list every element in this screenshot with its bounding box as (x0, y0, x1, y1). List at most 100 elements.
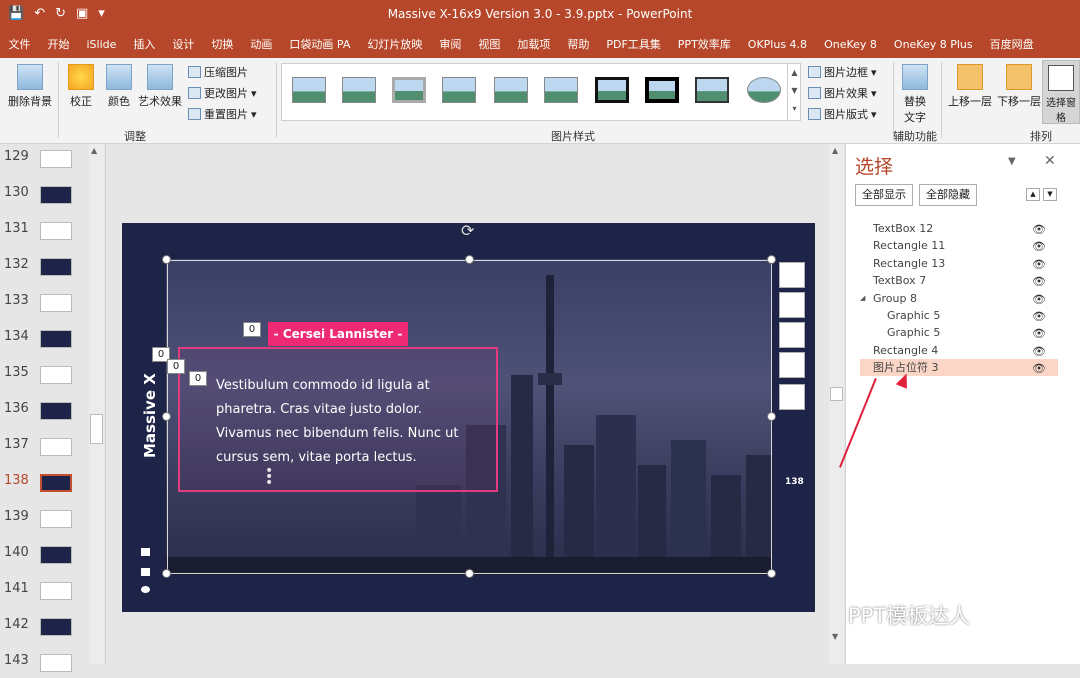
menu-item[interactable]: 动画 (242, 36, 281, 52)
menu-item[interactable]: 百度网盘 (981, 36, 1042, 52)
menu-item[interactable]: 口袋动画 PA (281, 36, 359, 52)
layer-item[interactable]: Graphic 5 👁 (860, 324, 1058, 341)
alt-text-button[interactable]: 替换 文字 (898, 64, 932, 125)
resize-icon[interactable] (779, 384, 805, 410)
canvas-scrollbar[interactable]: ▲ ▼ (829, 144, 844, 664)
slide-thumbnail[interactable]: 134 (0, 324, 90, 354)
scroll-thumb[interactable] (90, 414, 103, 444)
menu-item[interactable]: 插入 (125, 36, 164, 52)
menu-item[interactable]: 视图 (470, 36, 509, 52)
art-effect-button[interactable]: 艺术效果 (136, 64, 184, 109)
arrange-icon[interactable] (779, 322, 805, 348)
body-text[interactable]: Vestibulum commodo id ligula at pharetra… (216, 374, 476, 470)
menu-item[interactable]: 加载项 (509, 36, 559, 52)
move-down-icon[interactable]: ▼ (1043, 188, 1057, 201)
picture-styles-gallery[interactable] (281, 63, 801, 121)
slide-thumbnail-image[interactable] (40, 258, 72, 276)
slide-thumbnail-image[interactable] (40, 222, 72, 240)
menu-item[interactable]: 审阅 (431, 36, 470, 52)
slide-thumbnail[interactable]: 135 (0, 360, 90, 390)
visibility-eye-icon[interactable]: 👁 (1032, 291, 1046, 308)
gallery-scroll[interactable]: ▲ ▼ ▾ (787, 64, 801, 120)
slide-thumbnail-image[interactable] (40, 186, 72, 204)
change-picture-button[interactable]: 更改图片 ▾ (188, 85, 257, 101)
expand-icon[interactable]: ◢ (860, 290, 865, 307)
slide-thumbnail[interactable]: 140 (0, 540, 90, 570)
scroll-thumb[interactable] (830, 387, 843, 401)
style-thumb[interactable] (292, 77, 326, 103)
menu-item[interactable]: 设计 (164, 36, 203, 52)
slide-thumbnail[interactable]: 136 (0, 396, 90, 426)
style-thumb[interactable] (544, 77, 578, 103)
layer-item[interactable]: ◢ Group 8 👁 (860, 290, 1058, 307)
slide-thumbnail-image[interactable] (40, 366, 72, 384)
style-thumb[interactable] (695, 77, 729, 103)
menu-item[interactable]: iSlide (78, 38, 125, 51)
menu-item[interactable]: 文件 (0, 36, 39, 52)
pane-options-icon[interactable]: ▼ (1008, 156, 1016, 167)
visibility-eye-icon[interactable]: 👁 (1032, 221, 1046, 238)
menu-item[interactable]: 幻灯片放映 (359, 36, 431, 52)
slide-thumbnail-image[interactable] (40, 546, 72, 564)
layer-item[interactable]: TextBox 7 👁 (860, 272, 1058, 289)
compress-picture-button[interactable]: 压缩图片 (188, 64, 248, 80)
menu-item[interactable]: OneKey 8 (816, 38, 886, 51)
show-all-button[interactable]: 全部显示 (855, 184, 913, 206)
style-thumb[interactable] (442, 77, 476, 103)
slide-thumbnail[interactable]: 138 (0, 468, 90, 498)
layer-item[interactable]: Graphic 5 👁 (860, 307, 1058, 324)
slide-thumbnail-image[interactable] (40, 150, 72, 168)
slide-thumbnail[interactable]: 129 (0, 144, 90, 174)
layer-item[interactable]: TextBox 12 👁 (860, 220, 1058, 237)
slide-thumbnail-image[interactable] (40, 330, 72, 348)
picture-effect-button[interactable]: 图片效果 ▾ (808, 85, 877, 101)
layer-item[interactable]: Rectangle 11 👁 (860, 237, 1058, 254)
menu-item[interactable]: OneKey 8 Plus (885, 38, 981, 51)
picture-layout-button[interactable]: 图片版式 ▾ (808, 106, 877, 122)
name-tag[interactable]: - Cersei Lannister - (268, 322, 408, 346)
menu-item[interactable]: 开始 (39, 36, 78, 52)
menu-item[interactable]: 帮助 (559, 36, 598, 52)
layer-item[interactable]: Rectangle 4 👁 (860, 342, 1058, 359)
visibility-eye-icon[interactable]: 👁 (1032, 308, 1046, 325)
layer-item[interactable]: 图片占位符 3 👁 (860, 359, 1058, 377)
slide-thumbnail-image[interactable] (40, 438, 72, 456)
scroll-up-icon[interactable]: ▲ (91, 146, 97, 155)
reset-picture-button[interactable]: 重置图片 ▾ (188, 106, 257, 122)
style-thumb[interactable] (392, 77, 426, 103)
hide-all-button[interactable]: 全部隐藏 (919, 184, 977, 206)
visibility-eye-icon[interactable]: 👁 (1032, 343, 1046, 360)
slide-thumbnail[interactable]: 132 (0, 252, 90, 282)
style-thumb[interactable] (645, 77, 679, 103)
thumbnails-scrollbar[interactable]: ▲ (89, 144, 104, 664)
send-backward-button[interactable]: 下移一层 (996, 64, 1042, 109)
layer-item[interactable]: Rectangle 13 👁 (860, 255, 1058, 272)
move-up-icon[interactable]: ▲ (1026, 188, 1040, 201)
style-icon[interactable] (779, 352, 805, 378)
close-icon[interactable]: ✕ (1044, 153, 1056, 169)
visibility-eye-icon[interactable]: 👁 (1032, 360, 1046, 377)
style-thumb[interactable] (747, 77, 781, 103)
style-thumb[interactable] (494, 77, 528, 103)
visibility-eye-icon[interactable]: 👁 (1032, 238, 1046, 255)
slide-thumbnail[interactable]: 131 (0, 216, 90, 246)
visibility-eye-icon[interactable]: 👁 (1032, 273, 1046, 290)
slide-thumbnail-image[interactable] (40, 618, 72, 636)
correct-button[interactable]: 校正 (64, 64, 98, 109)
style-thumb[interactable] (595, 77, 629, 103)
crop-icon[interactable] (779, 292, 805, 318)
remove-background-button[interactable]: 删除背景 (6, 64, 54, 109)
slide-thumbnail[interactable]: 142 (0, 612, 90, 642)
menu-item[interactable]: 切换 (203, 36, 242, 52)
slide-thumbnail[interactable]: 141 (0, 576, 90, 606)
slide-thumbnail[interactable]: 139 (0, 504, 90, 534)
slide-thumbnail[interactable]: 133 (0, 288, 90, 318)
slide-thumbnail-image[interactable] (40, 582, 72, 600)
bring-forward-button[interactable]: 上移一层 (946, 64, 994, 109)
slide-thumbnail[interactable]: 137 (0, 432, 90, 462)
menu-item[interactable]: OKPlus 4.8 (739, 38, 815, 51)
slide-thumbnail-image[interactable] (40, 654, 72, 672)
slide-thumbnail-image[interactable] (40, 510, 72, 528)
scroll-up-icon[interactable]: ▲ (832, 146, 838, 155)
visibility-eye-icon[interactable]: 👁 (1032, 325, 1046, 342)
